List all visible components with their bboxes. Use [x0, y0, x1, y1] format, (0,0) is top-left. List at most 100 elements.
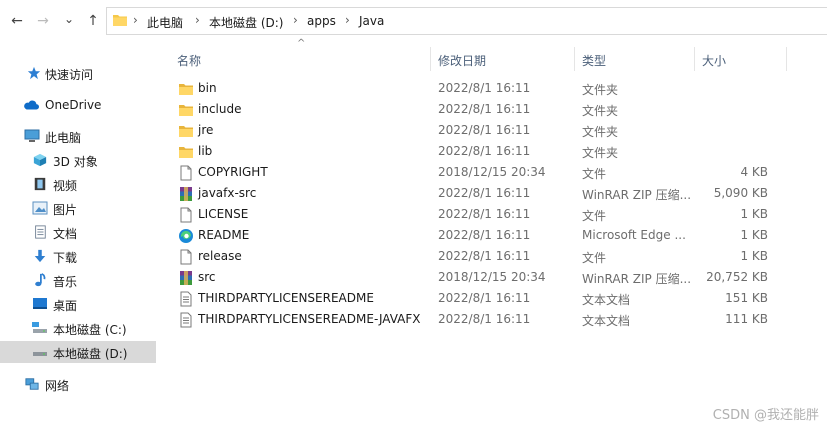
file-date: 2022/8/1 16:11 [438, 291, 531, 305]
back-button[interactable]: ← [8, 11, 26, 31]
file-name: COPYRIGHT [198, 165, 268, 179]
file-date: 2022/8/1 16:11 [438, 249, 531, 263]
navigation-bar: ← → ⌄ ↑ › 此电脑 › 本地磁盘 (D:) › apps › Java [0, 0, 827, 42]
sidebar-item-onedrive[interactable]: OneDrive [0, 94, 156, 116]
file-icon [180, 249, 192, 265]
cloud-icon [24, 100, 39, 110]
breadcrumb-separator: › [345, 13, 350, 27]
file-row-license[interactable]: LICENSE 2022/8/1 16:11 文件 1 KB [170, 204, 810, 225]
star-icon [27, 66, 41, 80]
file-size: 111 KB [725, 312, 768, 326]
sidebar-item-3d-objects[interactable]: 3D 对象 [0, 149, 156, 171]
file-date: 2022/8/1 16:11 [438, 144, 531, 158]
file-date: 2022/8/1 16:11 [438, 186, 531, 200]
file-date: 2022/8/1 16:11 [438, 312, 531, 326]
desktop-icon [33, 298, 47, 309]
folder-icon [179, 147, 193, 158]
computer-icon [24, 129, 40, 142]
network-icon [25, 378, 39, 390]
file-type: 文件夹 [582, 104, 619, 118]
sidebar-item-videos[interactable]: 视频 [0, 173, 156, 195]
file-name: README [198, 228, 250, 242]
file-type: 文件 [582, 209, 607, 223]
file-date: 2022/8/1 16:11 [438, 123, 531, 137]
breadcrumb-this-pc[interactable]: 此电脑 [147, 14, 183, 31]
sidebar-item-label: 本地磁盘 (D:) [53, 347, 128, 361]
sidebar-item-label: 桌面 [53, 299, 78, 313]
breadcrumb-java[interactable]: Java [359, 14, 384, 28]
file-type: 文件 [582, 251, 607, 265]
file-name: THIRDPARTYLICENSEREADME-JAVAFX [198, 312, 421, 326]
breadcrumb-separator: › [133, 13, 138, 27]
file-date: 2022/8/1 16:11 [438, 228, 531, 242]
file-type: 文件夹 [582, 83, 619, 97]
sidebar-item-documents[interactable]: 文档 [0, 221, 156, 243]
sidebar-item-label: 视频 [53, 179, 78, 193]
file-date: 2022/8/1 16:11 [438, 207, 531, 221]
breadcrumb-drive-d[interactable]: 本地磁盘 (D:) [209, 14, 283, 31]
file-name: lib [198, 144, 213, 158]
sidebar-item-label: 快速访问 [45, 68, 94, 82]
file-row-bin[interactable]: bin 2022/8/1 16:11 文件夹 [170, 78, 810, 99]
sidebar-item-quick-access[interactable]: 快速访问 [0, 62, 156, 84]
edge-icon [179, 229, 193, 243]
sidebar-item-music[interactable]: 音乐 [0, 269, 156, 291]
forward-button[interactable]: → [34, 11, 52, 31]
up-button[interactable]: ↑ [84, 11, 102, 31]
file-name: include [198, 102, 242, 116]
file-row-jre[interactable]: jre 2022/8/1 16:11 文件夹 [170, 120, 810, 141]
sidebar-item-label: 下载 [53, 251, 78, 265]
file-row-thirdpartylicensereadme-javafx[interactable]: THIRDPARTYLICENSEREADME-JAVAFX 2022/8/1 … [170, 309, 810, 330]
breadcrumb-apps[interactable]: apps [307, 14, 336, 28]
file-icon [180, 207, 192, 223]
sidebar-item-pictures[interactable]: 图片 [0, 197, 156, 219]
file-type: 文件夹 [582, 125, 619, 139]
file-row-include[interactable]: include 2022/8/1 16:11 文件夹 [170, 99, 810, 120]
sidebar-item-downloads[interactable]: 下载 [0, 245, 156, 267]
file-row-src[interactable]: src 2018/12/15 20:34 WinRAR ZIP 压缩... 20… [170, 267, 810, 288]
sidebar-item-drive-d[interactable]: 本地磁盘 (D:) [0, 341, 156, 363]
sidebar-item-label: 此电脑 [45, 131, 82, 145]
drive-icon [32, 322, 47, 333]
file-size: 4 KB [740, 165, 768, 179]
file-name: jre [198, 123, 214, 137]
file-type: 文件夹 [582, 146, 619, 160]
sidebar-item-label: 图片 [53, 203, 78, 217]
sidebar-item-drive-c[interactable]: 本地磁盘 (C:) [0, 317, 156, 339]
recent-locations-button[interactable]: ⌄ [60, 9, 78, 29]
folder-icon [113, 15, 127, 26]
file-type: 文件 [582, 167, 607, 181]
file-name: release [198, 249, 242, 263]
file-row-copyright[interactable]: COPYRIGHT 2018/12/15 20:34 文件 4 KB [170, 162, 810, 183]
file-row-readme[interactable]: README 2022/8/1 16:11 Microsoft Edge ...… [170, 225, 810, 246]
file-row-lib[interactable]: lib 2022/8/1 16:11 文件夹 [170, 141, 810, 162]
column-header-date[interactable]: 修改日期 [438, 52, 486, 69]
file-row-release[interactable]: release 2022/8/1 16:11 文件 1 KB [170, 246, 810, 267]
breadcrumb-separator: › [293, 13, 298, 27]
file-type: WinRAR ZIP 压缩... [582, 272, 692, 286]
folder-icon [179, 105, 193, 116]
file-name: bin [198, 81, 217, 95]
sidebar-item-network[interactable]: 网络 [0, 373, 156, 395]
column-divider[interactable] [694, 47, 695, 71]
address-bar[interactable]: › 此电脑 › 本地磁盘 (D:) › apps › Java [106, 7, 827, 35]
column-divider[interactable] [430, 47, 431, 71]
file-type: WinRAR ZIP 压缩... [582, 188, 692, 202]
winrar-icon [180, 271, 192, 285]
music-icon [35, 273, 46, 287]
winrar-icon [180, 187, 192, 201]
column-divider[interactable] [786, 47, 787, 71]
file-name: THIRDPARTYLICENSEREADME [198, 291, 374, 305]
column-divider[interactable] [574, 47, 575, 71]
file-row-javafx-src[interactable]: javafx-src 2022/8/1 16:11 WinRAR ZIP 压缩.… [170, 183, 810, 204]
column-header-name[interactable]: 名称 [177, 52, 201, 69]
sidebar-item-this-pc[interactable]: 此电脑 [0, 125, 156, 147]
column-header-type[interactable]: 类型 [582, 52, 606, 69]
file-row-thirdpartylicensereadme[interactable]: THIRDPARTYLICENSEREADME 2022/8/1 16:11 文… [170, 288, 810, 309]
file-type: Microsoft Edge ... [582, 228, 686, 242]
file-size: 1 KB [740, 228, 768, 242]
column-header-size[interactable]: 大小 [702, 52, 726, 69]
breadcrumb-separator: › [195, 13, 200, 27]
sidebar-item-label: 音乐 [53, 275, 78, 289]
sidebar-item-desktop[interactable]: 桌面 [0, 293, 156, 315]
